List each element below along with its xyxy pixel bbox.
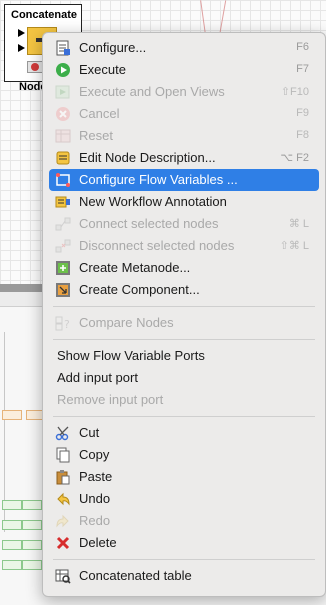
configure-icon (55, 40, 71, 56)
paste-icon (55, 469, 71, 485)
node-context-menu: Configure... F6 Execute F7 Execute and Open … (42, 32, 326, 597)
compare-icon: ? (55, 315, 71, 331)
menu-item-redo: Redo (49, 510, 319, 532)
menu-item-cut[interactable]: Cut (49, 422, 319, 444)
menu-item-shortcut: F8 (296, 129, 309, 141)
copy-icon (55, 447, 71, 463)
node-title: Concatenate (11, 9, 78, 21)
undo-icon (55, 491, 71, 507)
menu-item-paste[interactable]: Paste (49, 466, 319, 488)
menu-item-label: Cancel (79, 106, 120, 121)
menu-item-label: Connect selected nodes (79, 216, 219, 231)
menu-item-shortcut: F6 (296, 41, 309, 53)
mini-node (22, 560, 42, 570)
menu-item-label: Cut (79, 425, 100, 440)
menu-item-label: Execute and Open Views (79, 84, 225, 99)
mini-node (2, 540, 22, 550)
menu-separator (53, 306, 315, 307)
menu-item-label: Paste (79, 469, 113, 484)
menu-item-edit-node-description[interactable]: Edit Node Description... ⌥ F2 (49, 147, 319, 169)
component-icon (55, 282, 71, 298)
execute-icon (55, 62, 71, 78)
menu-item-label: Disconnect selected nodes (79, 238, 235, 253)
input-port-2[interactable] (18, 44, 25, 52)
menu-item-label: Undo (79, 491, 111, 506)
redo-icon (55, 513, 71, 529)
mini-node (2, 520, 22, 530)
menu-item-execute[interactable]: Execute F7 (49, 59, 319, 81)
menu-item-reset: Reset F8 (49, 125, 319, 147)
disconnect-icon (55, 238, 71, 254)
menu-item-shortcut: ⇧F10 (280, 86, 309, 98)
mini-node (2, 410, 22, 420)
menu-item-create-component[interactable]: Create Component... (49, 279, 319, 301)
menu-item-add-input-port[interactable]: Add input port (49, 367, 319, 389)
menu-item-label: Remove input port (57, 392, 164, 407)
menu-item-label: Execute (79, 62, 126, 77)
menu-separator (53, 559, 315, 560)
menu-item-shortcut: ⌘ L (288, 218, 309, 230)
menu-item-connect-selected-nodes: Connect selected nodes ⌘ L (49, 213, 319, 235)
menu-item-show-flow-variable-ports[interactable]: Show Flow Variable Ports (49, 345, 319, 367)
cancel-icon (55, 106, 71, 122)
menu-separator (53, 416, 315, 417)
menu-item-label: Reset (79, 128, 113, 143)
menu-item-label: Configure... (79, 40, 147, 55)
menu-item-configure-flow-variables[interactable]: Configure Flow Variables ... (49, 169, 319, 191)
svg-text:?: ? (64, 318, 70, 331)
menu-item-execute-and-open-views: Execute and Open Views ⇧F10 (49, 81, 319, 103)
menu-item-cancel: Cancel F9 (49, 103, 319, 125)
menu-item-label: Show Flow Variable Ports (57, 348, 205, 363)
mini-node (22, 520, 42, 530)
menu-item-shortcut: F7 (296, 63, 309, 75)
execute-open-views-icon (55, 84, 71, 100)
menu-item-label: Create Metanode... (79, 260, 191, 275)
status-red-icon (31, 63, 39, 71)
metanode-icon (55, 260, 71, 276)
menu-item-create-metanode[interactable]: Create Metanode... (49, 257, 319, 279)
edit-description-icon (55, 150, 71, 166)
menu-item-remove-input-port: Remove input port (49, 389, 319, 411)
menu-item-shortcut: F9 (296, 107, 309, 119)
table-view-icon (55, 568, 71, 584)
menu-item-shortcut: ⇧⌘ L (279, 240, 309, 252)
menu-item-label: New Workflow Annotation (79, 194, 227, 209)
menu-item-compare-nodes: ? Compare Nodes (49, 312, 319, 334)
menu-item-concatenated-table[interactable]: Concatenated table (49, 565, 319, 587)
mini-node (22, 500, 42, 510)
cut-icon (55, 425, 71, 441)
menu-item-label: Configure Flow Variables ... (79, 172, 238, 187)
annotation-icon (55, 194, 71, 210)
menu-item-label: Edit Node Description... (79, 150, 216, 165)
menu-item-label: Add input port (57, 370, 138, 385)
menu-item-configure[interactable]: Configure... F6 (49, 37, 319, 59)
menu-separator (53, 339, 315, 340)
menu-item-undo[interactable]: Undo (49, 488, 319, 510)
menu-item-label: Redo (79, 513, 111, 528)
menu-item-copy[interactable]: Copy (49, 444, 319, 466)
menu-item-shortcut: ⌥ F2 (280, 152, 309, 164)
mini-node (2, 500, 22, 510)
menu-item-label: Copy (79, 447, 110, 462)
mini-node (2, 560, 22, 570)
reset-icon (55, 128, 71, 144)
menu-item-new-workflow-annotation[interactable]: New Workflow Annotation (49, 191, 319, 213)
menu-item-label: Concatenated table (79, 568, 192, 583)
flow-variables-icon (55, 172, 71, 188)
menu-item-label: Delete (79, 535, 117, 550)
input-port-1[interactable] (18, 29, 25, 37)
menu-item-label: Compare Nodes (79, 315, 174, 330)
menu-item-disconnect-selected-nodes: Disconnect selected nodes ⇧⌘ L (49, 235, 319, 257)
delete-icon (55, 535, 71, 551)
menu-item-label: Create Component... (79, 282, 200, 297)
connect-icon (55, 216, 71, 232)
menu-item-delete[interactable]: Delete (49, 532, 319, 554)
mini-node (22, 540, 42, 550)
